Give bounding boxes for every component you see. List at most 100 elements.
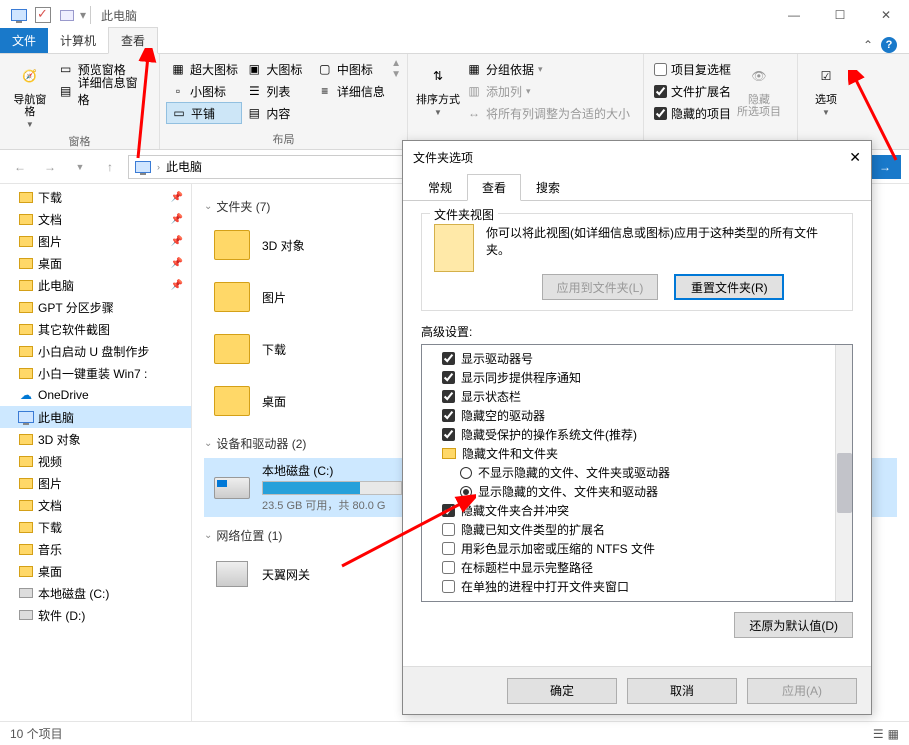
sidebar-item[interactable]: GPT 分区步骤: [0, 296, 191, 318]
dialog-close-button[interactable]: ✕: [849, 149, 861, 166]
restore-defaults-button[interactable]: 还原为默认值(D): [734, 612, 853, 638]
adv-checkbox[interactable]: [442, 542, 455, 555]
apply-to-folders-button[interactable]: 应用到文件夹(L): [542, 274, 659, 300]
nav-pane-button[interactable]: 🧭 导航窗格 ▼: [6, 58, 54, 131]
back-button[interactable]: ←: [8, 155, 32, 179]
sidebar-item[interactable]: 视频: [0, 450, 191, 472]
recent-dropdown[interactable]: ▼: [68, 155, 92, 179]
sidebar-item[interactable]: 此电脑📌: [0, 274, 191, 296]
sidebar-item[interactable]: 此电脑: [0, 406, 191, 428]
adv-setting-item[interactable]: 隐藏空的驱动器: [424, 406, 850, 425]
adv-checkbox[interactable]: [442, 352, 455, 365]
sidebar-item[interactable]: ☁OneDrive: [0, 384, 191, 406]
hide-selected-button[interactable]: 👁 隐藏 所选项目: [735, 58, 783, 120]
cancel-button[interactable]: 取消: [627, 678, 737, 704]
dialog-tab-general[interactable]: 常规: [413, 174, 467, 201]
sort-button[interactable]: ⇅ 排序方式 ▼: [414, 58, 462, 119]
view-list-button[interactable]: ☰列表: [242, 80, 312, 102]
scrollbar[interactable]: [835, 345, 852, 601]
view-large-button[interactable]: ▣大图标: [242, 58, 312, 80]
groupby-button[interactable]: ▦分组依据▾: [462, 58, 634, 80]
sidebar-item[interactable]: 图片📌: [0, 230, 191, 252]
up-button[interactable]: ↑: [98, 155, 122, 179]
dialog-title: 文件夹选项: [413, 149, 473, 166]
sidebar-item[interactable]: 下载📌: [0, 186, 191, 208]
view-large-icon[interactable]: ▦: [888, 727, 899, 741]
apply-button[interactable]: 应用(A): [747, 678, 857, 704]
disk-usage-bar: [262, 481, 402, 495]
ext-checkbox[interactable]: 文件扩展名: [650, 80, 735, 102]
adv-setting-item[interactable]: 用彩色显示加密或压缩的 NTFS 文件: [424, 539, 850, 558]
adv-setting-item[interactable]: 显示状态栏: [424, 387, 850, 406]
view-content-button[interactable]: ▤内容: [242, 102, 312, 124]
adv-checkbox[interactable]: [442, 390, 455, 403]
adv-radio[interactable]: [460, 467, 472, 479]
view-details-button[interactable]: ≡详细信息: [313, 80, 391, 102]
pin-icon: 📌: [171, 214, 183, 225]
adv-checkbox[interactable]: [442, 504, 455, 517]
sidebar-item[interactable]: 文档: [0, 494, 191, 516]
adv-setting-item[interactable]: 在标题栏中显示完整路径: [424, 558, 850, 577]
qat-properties-icon[interactable]: [32, 4, 54, 26]
view-medium-button[interactable]: ▢中图标: [313, 58, 391, 80]
view-small-button[interactable]: ▫小图标: [166, 80, 242, 102]
tab-file[interactable]: 文件: [0, 28, 48, 53]
sidebar[interactable]: 下载📌文档📌图片📌桌面📌此电脑📌GPT 分区步骤其它软件截图小白启动 U 盘制作…: [0, 184, 192, 721]
minimize-button[interactable]: —: [771, 0, 817, 30]
sidebar-item[interactable]: 3D 对象: [0, 428, 191, 450]
adv-checkbox[interactable]: [442, 561, 455, 574]
adv-radio[interactable]: [460, 486, 472, 498]
tab-computer[interactable]: 计算机: [48, 28, 108, 53]
advanced-settings-list[interactable]: 显示驱动器号显示同步提供程序通知显示状态栏隐藏空的驱动器隐藏受保护的操作系统文件…: [421, 344, 853, 602]
sidebar-item[interactable]: 本地磁盘 (C:): [0, 582, 191, 604]
sidebar-item[interactable]: 桌面: [0, 560, 191, 582]
help-icon[interactable]: ?: [881, 37, 897, 53]
adv-setting-item[interactable]: 显示驱动器号: [424, 349, 850, 368]
sidebar-item[interactable]: 下载: [0, 516, 191, 538]
view-xlarge-button[interactable]: ▦超大图标: [166, 58, 242, 80]
dialog-tab-search[interactable]: 搜索: [521, 174, 575, 201]
adv-setting-item[interactable]: 在单独的进程中打开文件夹窗口: [424, 577, 850, 596]
sidebar-item[interactable]: 桌面📌: [0, 252, 191, 274]
qat-new-folder-icon[interactable]: [56, 4, 78, 26]
scrollbar-thumb[interactable]: [837, 453, 852, 513]
view-tiles-button[interactable]: ▭平铺: [166, 102, 242, 124]
sidebar-item-label: 其它软件截图: [38, 321, 110, 338]
adv-checkbox[interactable]: [442, 409, 455, 422]
adv-checkbox[interactable]: [442, 371, 455, 384]
forward-button[interactable]: →: [38, 155, 62, 179]
options-button[interactable]: ☑ 选项 ▼: [804, 58, 848, 119]
dialog-tab-view[interactable]: 查看: [467, 174, 521, 201]
go-button[interactable]: →: [869, 155, 901, 179]
sidebar-item[interactable]: 音乐: [0, 538, 191, 560]
tab-view[interactable]: 查看: [108, 27, 158, 54]
details-pane-button[interactable]: ▤详细信息窗格: [54, 80, 153, 102]
itemcheck-checkbox[interactable]: 项目复选框: [650, 58, 735, 80]
adv-setting-item[interactable]: 不显示隐藏的文件、文件夹或驱动器: [424, 463, 850, 482]
sidebar-item[interactable]: 软件 (D:): [0, 604, 191, 626]
view-details-icon[interactable]: ☰: [873, 727, 884, 741]
adv-setting-item[interactable]: 隐藏文件和文件夹: [424, 444, 850, 463]
adv-setting-item[interactable]: 隐藏已知文件类型的扩展名: [424, 520, 850, 539]
adv-checkbox[interactable]: [442, 580, 455, 593]
addcol-button[interactable]: ▥添加列▾: [462, 80, 634, 102]
ribbon-collapse-icon[interactable]: ⌃: [863, 38, 873, 52]
adv-checkbox[interactable]: [442, 428, 455, 441]
sidebar-item[interactable]: 小白启动 U 盘制作步: [0, 340, 191, 362]
sidebar-item[interactable]: 图片: [0, 472, 191, 494]
ok-button[interactable]: 确定: [507, 678, 617, 704]
adv-setting-item[interactable]: 显示隐藏的文件、文件夹和驱动器: [424, 482, 850, 501]
hidden-checkbox[interactable]: 隐藏的项目: [650, 102, 735, 124]
sizeall-button[interactable]: ↔将所有列调整为合适的大小: [462, 102, 634, 124]
adv-checkbox[interactable]: [442, 523, 455, 536]
adv-setting-item[interactable]: 显示同步提供程序通知: [424, 368, 850, 387]
reset-folders-button[interactable]: 重置文件夹(R): [674, 274, 784, 300]
sidebar-item[interactable]: 其它软件截图: [0, 318, 191, 340]
close-button[interactable]: ✕: [863, 0, 909, 30]
adv-setting-item[interactable]: 隐藏受保护的操作系统文件(推荐): [424, 425, 850, 444]
maximize-button[interactable]: ☐: [817, 0, 863, 30]
adv-setting-item[interactable]: 隐藏文件夹合并冲突: [424, 501, 850, 520]
sidebar-item[interactable]: 文档📌: [0, 208, 191, 230]
sidebar-item[interactable]: 小白一键重装 Win7 :: [0, 362, 191, 384]
window-title: 此电脑: [101, 7, 137, 24]
